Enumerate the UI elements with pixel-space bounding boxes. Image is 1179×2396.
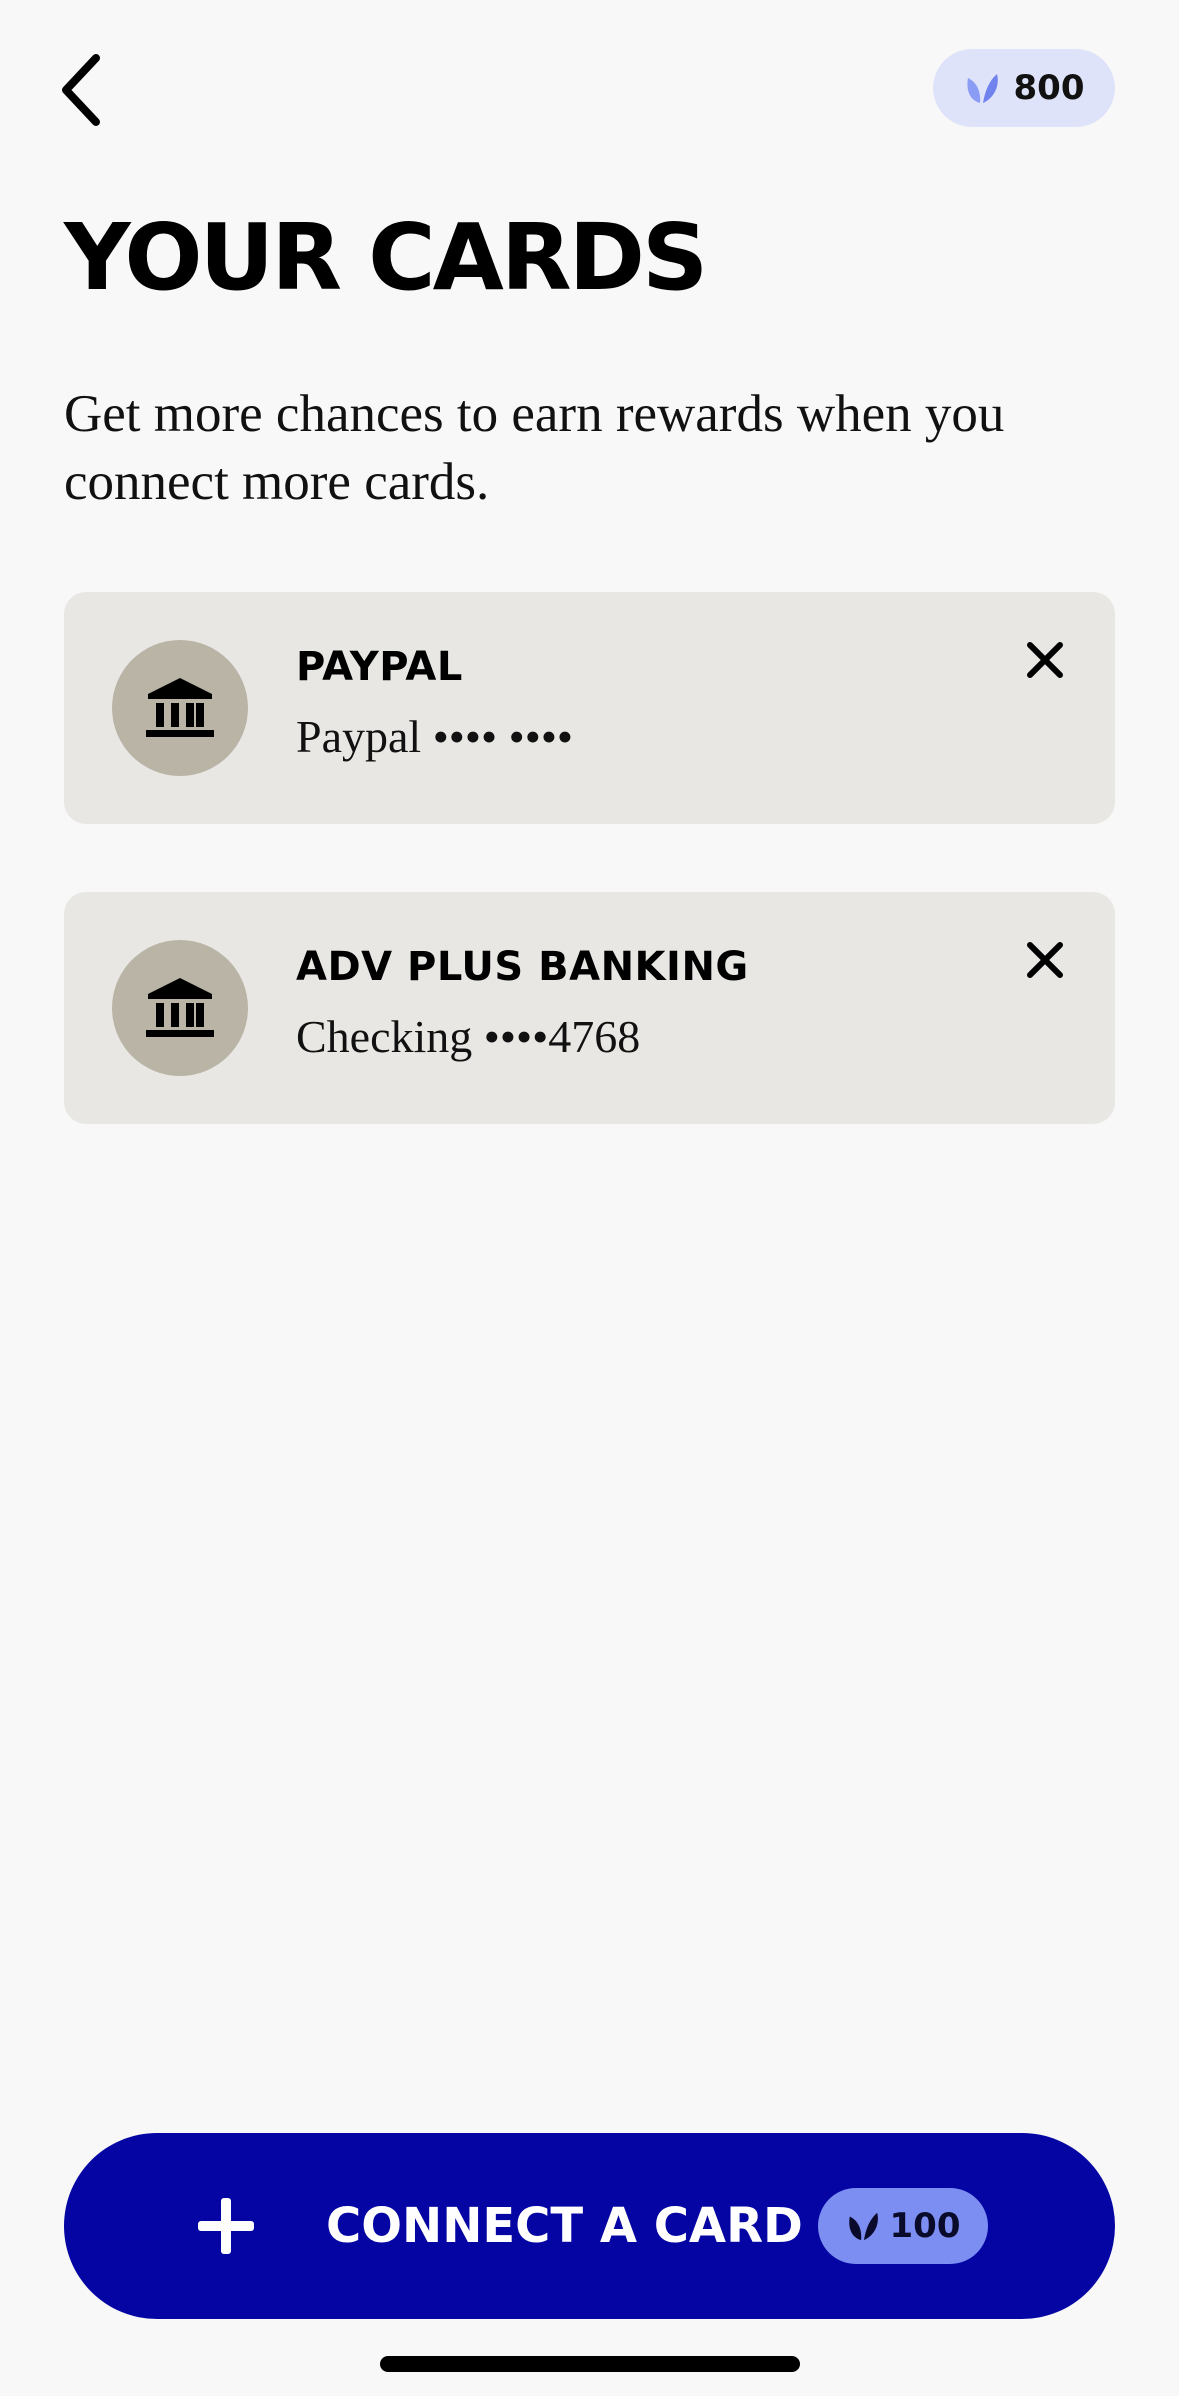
card-name: ADV PLUS BANKING [296,944,749,990]
card-account-detail: Paypal •••• •••• [296,711,574,762]
points-value: 800 [1013,68,1085,108]
connect-card-label: CONNECT A CARD [326,2198,803,2254]
chevron-left-icon [62,54,100,126]
leaf-icon [848,2212,878,2241]
points-balance-badge[interactable]: 800 [933,49,1115,127]
bank-icon [146,978,214,1037]
close-icon [1027,642,1063,678]
back-button[interactable] [56,40,146,140]
close-icon [1027,942,1063,978]
bank-avatar [112,640,248,776]
plus-icon [198,2198,254,2254]
page-title: YOUR CARDS [64,204,708,311]
bank-icon [146,678,214,737]
leaf-icon [966,74,998,103]
reward-badge: 100 [818,2188,988,2264]
card-item-paypal[interactable]: PAYPAL Paypal •••• •••• [64,592,1115,824]
card-name: PAYPAL [296,644,463,690]
remove-card-button[interactable] [1015,930,1075,990]
bank-avatar [112,940,248,1076]
card-item-adv-plus-banking[interactable]: ADV PLUS BANKING Checking ••••4768 [64,892,1115,1124]
reward-value: 100 [889,2206,961,2246]
connect-card-button[interactable]: CONNECT A CARD 100 [64,2133,1115,2319]
home-indicator [380,2356,800,2372]
remove-card-button[interactable] [1015,630,1075,690]
page-subtitle: Get more chances to earn rewards when yo… [64,385,1005,511]
card-account-detail: Checking ••••4768 [296,1011,641,1062]
